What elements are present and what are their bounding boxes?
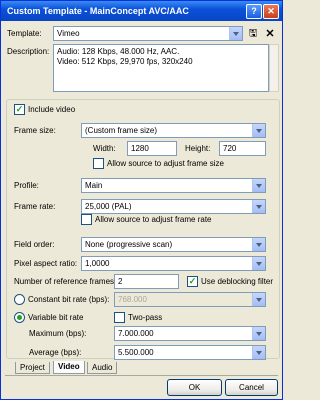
average-value: 5.500.000 bbox=[118, 348, 154, 357]
maximum-label: Maximum (bps): bbox=[29, 329, 87, 338]
ok-button[interactable]: OK bbox=[167, 379, 222, 396]
profile-label: Profile: bbox=[14, 181, 39, 190]
pixel-aspect-select[interactable]: 1,0000 bbox=[81, 256, 266, 271]
description-line-2: Video: 512 Kbps, 29,970 fps, 320x240 bbox=[57, 57, 193, 66]
chevron-down-icon[interactable] bbox=[252, 238, 265, 251]
description-scrollbar[interactable] bbox=[269, 44, 279, 92]
deblocking-label: Use deblocking filter bbox=[201, 277, 274, 286]
height-label: Height: bbox=[185, 144, 211, 153]
include-video-checkbox[interactable]: ✓ bbox=[14, 104, 25, 115]
dialog-window: Custom Template - MainConcept AVC/AAC ? … bbox=[0, 0, 283, 400]
chevron-down-icon[interactable] bbox=[252, 327, 265, 340]
window-title: Custom Template - MainConcept AVC/AAC bbox=[7, 6, 189, 16]
chevron-down-icon[interactable] bbox=[252, 200, 265, 213]
chevron-down-icon[interactable] bbox=[252, 257, 265, 270]
height-input[interactable]: 720 bbox=[219, 141, 266, 156]
two-pass-label: Two-pass bbox=[128, 313, 163, 322]
field-order-select[interactable]: None (progressive scan) bbox=[81, 237, 266, 252]
description-label: Description: bbox=[7, 47, 50, 56]
frame-size-label: Frame size: bbox=[14, 126, 56, 135]
allow-frame-size-label: Allow source to adjust frame size bbox=[107, 159, 224, 168]
close-button[interactable]: ✕ bbox=[263, 4, 279, 19]
width-label: Width: bbox=[93, 144, 116, 153]
ref-frames-value: 2 bbox=[118, 277, 123, 286]
template-label: Template: bbox=[7, 29, 42, 38]
allow-frame-rate-checkbox[interactable] bbox=[81, 214, 92, 225]
chevron-down-icon[interactable] bbox=[252, 124, 265, 137]
divider bbox=[5, 375, 278, 376]
delete-icon[interactable]: ✕ bbox=[264, 28, 276, 40]
vbr-radio[interactable] bbox=[14, 312, 25, 323]
tab-video[interactable]: Video bbox=[53, 361, 85, 374]
chevron-down-icon[interactable] bbox=[252, 346, 265, 359]
title-bar: Custom Template - MainConcept AVC/AAC ? … bbox=[1, 1, 282, 21]
tab-audio[interactable]: Audio bbox=[87, 362, 118, 374]
include-video-label: Include video bbox=[28, 105, 76, 114]
height-value: 720 bbox=[223, 144, 237, 153]
chevron-down-icon[interactable] bbox=[252, 293, 265, 306]
chevron-down-icon[interactable] bbox=[252, 179, 265, 192]
pixel-aspect-label: Pixel aspect ratio: bbox=[14, 259, 78, 268]
frame-size-select[interactable]: (Custom frame size) bbox=[81, 123, 266, 138]
average-select[interactable]: 5.500.000 bbox=[114, 345, 266, 360]
width-input[interactable]: 1280 bbox=[127, 141, 177, 156]
field-order-value: None (progressive scan) bbox=[85, 240, 173, 249]
cancel-button[interactable]: Cancel bbox=[225, 379, 278, 396]
allow-frame-size-checkbox[interactable] bbox=[93, 158, 104, 169]
description-line-1: Audio: 128 Kbps, 48.000 Hz, AAC. bbox=[57, 47, 180, 56]
width-value: 1280 bbox=[131, 144, 149, 153]
profile-select[interactable]: Main bbox=[81, 178, 266, 193]
profile-value: Main bbox=[85, 181, 103, 190]
vbr-label: Variable bit rate bbox=[28, 313, 84, 322]
field-order-label: Field order: bbox=[14, 240, 55, 249]
frame-rate-label: Frame rate: bbox=[14, 202, 56, 211]
help-button[interactable]: ? bbox=[246, 4, 262, 19]
deblocking-checkbox[interactable]: ✓ bbox=[187, 276, 198, 287]
average-label: Average (bps): bbox=[29, 348, 82, 357]
maximum-select[interactable]: 7.000.000 bbox=[114, 326, 266, 341]
chevron-down-icon[interactable] bbox=[229, 27, 242, 40]
frame-rate-select[interactable]: 25,000 (PAL) bbox=[81, 199, 266, 214]
tab-project[interactable]: Project bbox=[15, 362, 50, 374]
maximum-value: 7.000.000 bbox=[118, 329, 154, 338]
cbr-value: 768.000 bbox=[118, 295, 147, 304]
template-select[interactable]: Vimeo bbox=[53, 26, 243, 41]
pixel-aspect-value: 1,0000 bbox=[85, 259, 110, 268]
two-pass-checkbox[interactable] bbox=[114, 312, 125, 323]
save-icon[interactable]: 🖫 bbox=[247, 28, 259, 40]
template-value: Vimeo bbox=[57, 29, 80, 38]
cbr-radio[interactable] bbox=[14, 294, 25, 305]
cbr-label: Constant bit rate (bps): bbox=[28, 295, 110, 304]
cbr-select[interactable]: 768.000 bbox=[114, 292, 266, 307]
ref-frames-input[interactable]: 2 bbox=[114, 274, 179, 289]
frame-size-value: (Custom frame size) bbox=[85, 126, 158, 135]
description-textarea[interactable]: Audio: 128 Kbps, 48.000 Hz, AAC. Video: … bbox=[53, 44, 269, 92]
allow-frame-rate-label: Allow source to adjust frame rate bbox=[95, 215, 212, 224]
ref-frames-label: Number of reference frames: bbox=[14, 277, 117, 286]
frame-rate-value: 25,000 (PAL) bbox=[85, 202, 132, 211]
